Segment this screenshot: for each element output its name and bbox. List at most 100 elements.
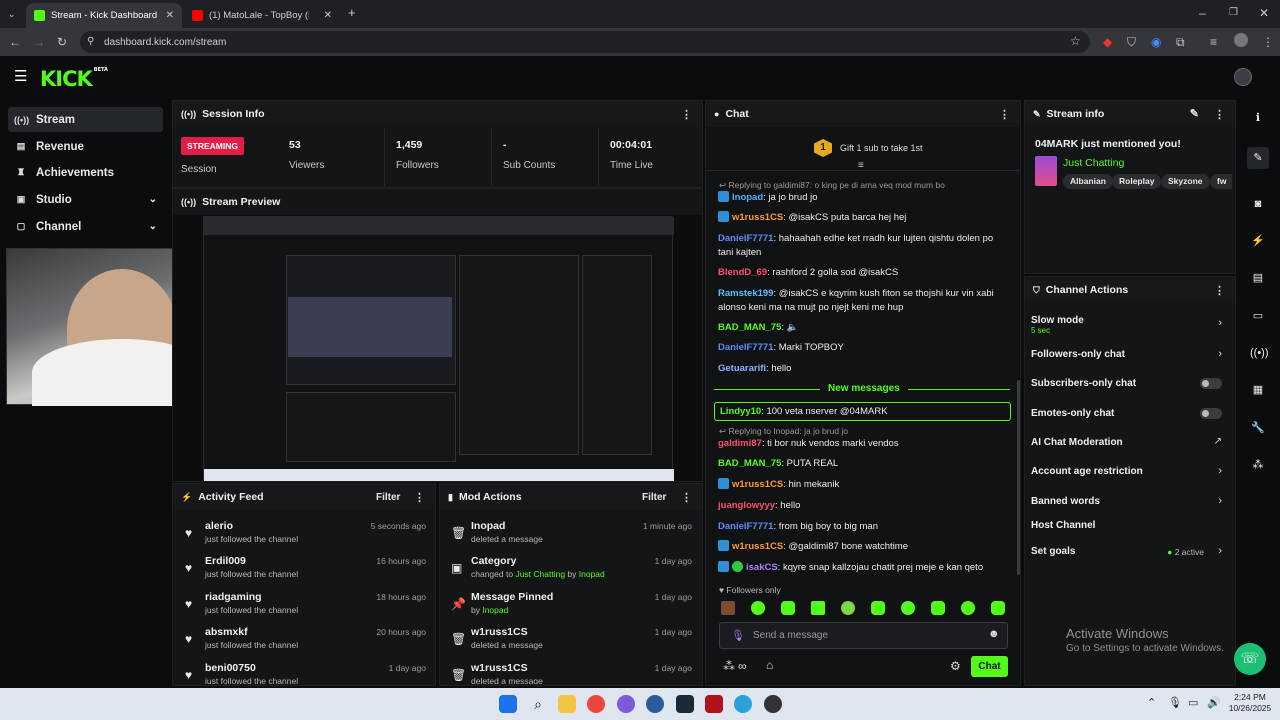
browser-app-icon[interactable] [646, 695, 664, 713]
address-bar[interactable]: ⚲ dashboard.kick.com/stream ☆ [80, 31, 1090, 53]
subscribers-only-toggle[interactable] [1200, 378, 1222, 389]
extensions-puzzle-icon[interactable]: ⧉ [1176, 35, 1185, 49]
chat-message[interactable]: BlendD_69: rashford 2 golla sod @isakCS [718, 266, 1010, 280]
more-options-icon[interactable]: ⋮ [681, 491, 692, 504]
more-options-icon[interactable]: ⋮ [681, 108, 692, 121]
list-item[interactable]: 📌 Message Pinned by Inopad 1 day ago [451, 591, 692, 625]
chat-message[interactable]: BAD_MAN_75: PUTA REAL [718, 457, 1010, 471]
new-tab-icon[interactable]: + [348, 6, 356, 20]
chat-input[interactable]: 🎙 Send a message ☻ [719, 622, 1008, 649]
riot-icon[interactable] [705, 695, 723, 713]
stream-preview-video[interactable] [203, 216, 674, 481]
chat-message[interactable]: Inopad: ja jo brud jo [718, 191, 1010, 205]
more-options-icon[interactable]: ⋮ [414, 491, 425, 504]
chat-message[interactable]: DanielF7771: hahaahah edhe ket rradh kur… [718, 232, 1010, 260]
chat-message[interactable]: isakCS: kqyre snap kallzojau chatit prej… [718, 561, 1010, 575]
chat-message[interactable]: DanielF7771: Marki TOPBOY [718, 341, 1010, 355]
chat-message[interactable]: Ramstek199: @isakCS e kqyrim kush fiton … [718, 287, 1010, 315]
obs-icon[interactable] [764, 695, 782, 713]
emote-icon[interactable] [781, 601, 795, 615]
more-options-icon[interactable]: ⋮ [999, 108, 1010, 121]
emotes-only-toggle[interactable] [1200, 408, 1222, 419]
category-thumbnail[interactable] [1035, 156, 1057, 186]
emote-icon[interactable] [751, 601, 765, 615]
tag-chip[interactable]: Skyzone [1161, 174, 1210, 189]
document-icon[interactable]: ▤ [1250, 270, 1266, 286]
emote-icon[interactable] [961, 601, 975, 615]
edit-icon[interactable]: ✎ [1190, 107, 1199, 120]
sidebar-item-stream[interactable]: ((•)) Stream [8, 107, 163, 132]
translate-extension-icon[interactable]: ◉ [1151, 35, 1161, 49]
chat-settings-icon[interactable]: ⁂ [723, 659, 735, 673]
collapse-pinned-icon[interactable]: ≡ [858, 160, 864, 171]
chat-message[interactable]: galdimi87: ti bor nuk vendos marki vendo… [718, 437, 1010, 451]
shield-extension-icon[interactable]: ⛉ [1127, 35, 1136, 49]
chat-scrollbar[interactable] [1017, 380, 1020, 575]
emote-icon[interactable] [931, 601, 945, 615]
tray-overflow-icon[interactable]: ⌃ [1147, 696, 1156, 709]
discord-icon[interactable] [617, 695, 635, 713]
start-menu-icon[interactable] [499, 695, 517, 713]
emoji-picker-icon[interactable]: ☻ [988, 628, 1000, 640]
send-chat-button[interactable]: Chat [971, 656, 1008, 677]
minimize-icon[interactable]: – [1199, 6, 1206, 20]
broadcast-icon[interactable]: ((•)) [1250, 345, 1269, 361]
chat-message[interactable]: w1russ1CS: @isakCS puta barca hej hej [718, 211, 1010, 225]
browser-menu-icon[interactable]: ⋮ [1262, 35, 1274, 49]
chat-icon[interactable]: ▭ [1250, 308, 1266, 324]
camera-icon[interactable]: ◙ [1250, 196, 1266, 212]
wrench-icon[interactable]: 🔧 [1250, 420, 1266, 436]
site-info-icon[interactable]: ⚲ [87, 35, 94, 49]
layout-icon[interactable]: ▦ [1250, 382, 1266, 398]
microphone-icon[interactable]: 🎙 [731, 629, 745, 642]
set-goals-setting[interactable]: Set goals ● 2 active › [1031, 545, 1228, 566]
list-item[interactable]: 🗑 Inopad deleted a message 1 minute ago [451, 520, 692, 554]
extension-icon[interactable]: ◆ [1103, 35, 1112, 49]
mod-filter-button[interactable]: Filter [642, 492, 666, 503]
category-link[interactable]: Just Chatting [1063, 157, 1124, 169]
followers-only-setting[interactable]: Followers-only chat › [1031, 348, 1228, 369]
user-avatar[interactable] [1234, 68, 1252, 86]
kick-logo[interactable]: KICK BETA [40, 67, 108, 91]
microphone-tray-icon[interactable]: 🎙 [1168, 696, 1182, 709]
store-icon[interactable]: ⌂ [766, 658, 773, 672]
emote-icon[interactable] [991, 601, 1005, 615]
emotes-only-setting[interactable]: Emotes-only chat [1031, 408, 1228, 428]
support-chat-icon[interactable]: ☏ [1234, 643, 1266, 675]
steam-icon[interactable] [676, 695, 694, 713]
more-options-icon[interactable]: ⋮ [1214, 108, 1225, 121]
apps-icon[interactable]: ⁂ [1250, 457, 1266, 473]
sidebar-item-achievements[interactable]: ♜ Achievements [8, 160, 163, 185]
forward-icon[interactable]: → [33, 35, 45, 49]
chrome-icon[interactable] [587, 695, 605, 713]
highlighted-message[interactable]: Lindyy10: 100 veta nserver @04MARK [714, 402, 1011, 421]
emote-icon[interactable] [811, 601, 825, 615]
banned-words-setting[interactable]: Banned words › [1031, 495, 1228, 516]
account-age-setting[interactable]: Account age restriction › [1031, 465, 1228, 486]
tab-stream-dashboard[interactable]: Stream - Kick Dashboard ✕ [26, 3, 182, 28]
sidebar-item-revenue[interactable]: ▤ Revenue [8, 134, 163, 159]
chat-message[interactable]: juanglowyyy: hello [718, 499, 1010, 513]
close-window-icon[interactable]: ✕ [1259, 6, 1269, 20]
slow-mode-setting[interactable]: Slow mode 5 sec › [1031, 315, 1228, 335]
tag-chip[interactable]: fw [1210, 174, 1232, 189]
list-item[interactable]: ♥ Erdil009 just followed the channel 16 … [185, 555, 426, 589]
chat-message[interactable]: w1russ1CS: hin mekanik [718, 478, 1010, 492]
ai-moderation-setting[interactable]: AI Chat Moderation ↗ [1031, 436, 1228, 457]
reload-icon[interactable]: ↻ [57, 35, 67, 49]
lightning-icon[interactable]: ⚡ [1250, 233, 1266, 249]
close-tab-icon[interactable]: ✕ [166, 10, 174, 21]
reading-list-icon[interactable]: ≡ [1210, 35, 1217, 49]
list-item[interactable]: ♥ beni00750 just followed the channel 1 … [185, 662, 426, 684]
gift-banner[interactable]: 1 Gift 1 sub to take 1st ≡ [706, 127, 1020, 171]
list-item[interactable]: ♥ riadgaming just followed the channel 1… [185, 591, 426, 625]
emote-icon[interactable] [841, 601, 855, 615]
emote-icon[interactable] [721, 601, 735, 615]
more-options-icon[interactable]: ⋮ [1214, 284, 1225, 297]
telegram-icon[interactable] [734, 695, 752, 713]
edit-stream-icon[interactable]: ✎ [1247, 147, 1269, 169]
volume-icon[interactable]: 🔊 [1207, 696, 1221, 709]
list-item[interactable]: 🗑 w1russ1CS deleted a message 1 day ago [451, 662, 692, 684]
clock[interactable]: 2:24 PM 10/26/2025 [1228, 692, 1272, 714]
tag-chip[interactable]: Roleplay [1112, 174, 1162, 189]
